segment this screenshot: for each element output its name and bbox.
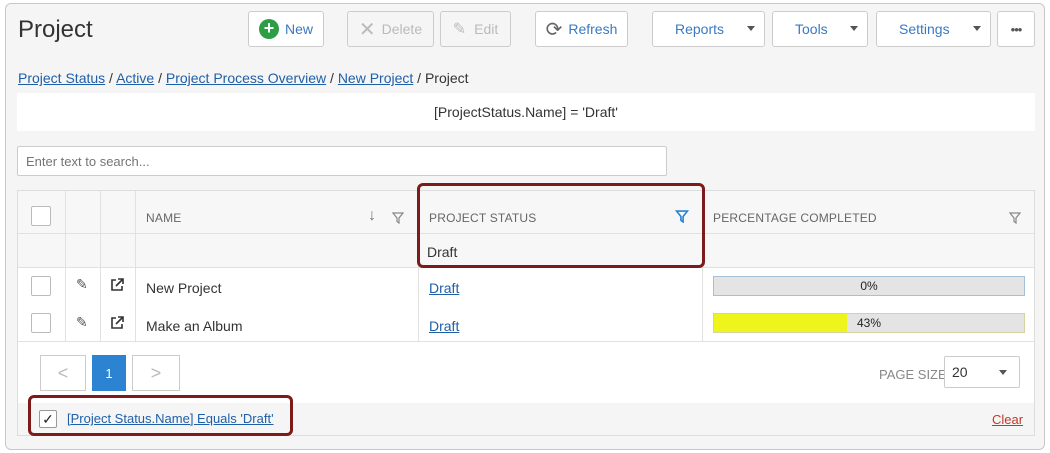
plus-circle-icon: + xyxy=(258,19,279,39)
edit-button[interactable]: ✎ Edit xyxy=(440,11,511,47)
criteria-text: [ProjectStatus.Name] = 'Draft' xyxy=(434,104,618,120)
column-header-percentage-completed[interactable]: PERCENTAGE COMPLETED xyxy=(713,211,877,225)
settings-dropdown[interactable]: Settings xyxy=(876,11,991,47)
page-size-label: PAGE SIZE xyxy=(879,367,947,382)
more-dots-icon: ••• xyxy=(1010,21,1023,37)
edit-button-label: Edit xyxy=(474,21,499,37)
breadcrumb-separator: / xyxy=(330,70,334,86)
page-button-1[interactable]: 1 xyxy=(92,355,126,391)
breadcrumb-separator: / xyxy=(158,70,162,86)
filter-icon[interactable] xyxy=(1008,211,1022,229)
x-icon: ✕ xyxy=(358,18,376,41)
refresh-button-label: Refresh xyxy=(568,21,618,37)
delete-button[interactable]: ✕ Delete xyxy=(347,11,434,47)
highlight-box-filter-expression xyxy=(28,395,293,436)
chevron-right-icon: > xyxy=(150,362,162,383)
prev-page-button[interactable]: < xyxy=(40,355,86,391)
chevron-down-icon xyxy=(850,26,858,31)
breadcrumb-separator: / xyxy=(417,70,422,86)
row-name: New Project xyxy=(146,280,222,296)
row-checkbox[interactable] xyxy=(31,313,51,333)
breadcrumb-separator: / xyxy=(109,70,113,86)
new-button[interactable]: + New xyxy=(248,11,324,47)
progress-label: 43% xyxy=(856,316,882,330)
row-status-link[interactable]: Draft xyxy=(429,318,459,334)
breadcrumb: Project Status / Active / Project Proces… xyxy=(18,70,469,86)
filter-icon[interactable] xyxy=(391,211,405,229)
new-button-label: New xyxy=(284,21,313,37)
tools-label: Tools xyxy=(795,21,828,37)
next-page-button[interactable]: > xyxy=(132,355,180,391)
chevron-down-icon xyxy=(973,26,981,31)
breadcrumb-link-new-project[interactable]: New Project xyxy=(338,70,413,86)
settings-label: Settings xyxy=(899,21,950,37)
page-title: Project xyxy=(18,16,93,43)
page-size-value: 20 xyxy=(952,364,968,380)
delete-button-label: Delete xyxy=(381,21,423,37)
page-size-select[interactable]: 20 xyxy=(944,356,1020,388)
refresh-icon: ⟳ xyxy=(545,18,563,41)
tools-dropdown[interactable]: Tools xyxy=(772,11,868,47)
search-input[interactable] xyxy=(17,146,667,176)
progress-bar: 0% xyxy=(713,276,1025,296)
pencil-icon: ✎ xyxy=(452,21,467,38)
project-list-view: Project + New ✕ Delete ✎ Edit ⟳ Refresh … xyxy=(5,3,1045,450)
row-status-link[interactable]: Draft xyxy=(429,280,459,296)
breadcrumb-link-process-overview[interactable]: Project Process Overview xyxy=(166,70,326,86)
chevron-left-icon: < xyxy=(57,362,69,383)
pencil-icon[interactable]: ✎ xyxy=(76,314,88,331)
breadcrumb-link-project-status[interactable]: Project Status xyxy=(18,70,105,86)
highlight-box-status-column xyxy=(417,183,705,268)
breadcrumb-current: Project xyxy=(424,70,469,86)
reports-label: Reports xyxy=(675,21,725,37)
row-name: Make an Album xyxy=(146,318,243,334)
page-number: 1 xyxy=(105,365,113,381)
breadcrumb-link-active[interactable]: Active xyxy=(116,70,154,86)
sort-arrow-down-icon[interactable]: ↓ xyxy=(368,207,376,225)
chevron-down-icon xyxy=(747,26,755,31)
criteria-banner: [ProjectStatus.Name] = 'Draft' xyxy=(17,93,1035,131)
chevron-down-icon xyxy=(999,370,1007,375)
clear-filter-link[interactable]: Clear xyxy=(992,412,1023,427)
row-checkbox[interactable] xyxy=(31,276,51,296)
progress-bar: 43% xyxy=(713,313,1025,333)
refresh-button[interactable]: ⟳ Refresh xyxy=(535,11,628,47)
select-all-checkbox[interactable] xyxy=(31,206,51,226)
reports-dropdown[interactable]: Reports xyxy=(652,11,765,47)
progress-fill xyxy=(714,314,848,332)
progress-label: 0% xyxy=(860,279,878,293)
open-external-icon[interactable] xyxy=(109,315,125,336)
more-options-button[interactable]: ••• xyxy=(997,11,1035,47)
open-external-icon[interactable] xyxy=(109,277,125,298)
pencil-icon[interactable]: ✎ xyxy=(76,276,88,293)
column-header-name[interactable]: NAME xyxy=(146,211,181,225)
